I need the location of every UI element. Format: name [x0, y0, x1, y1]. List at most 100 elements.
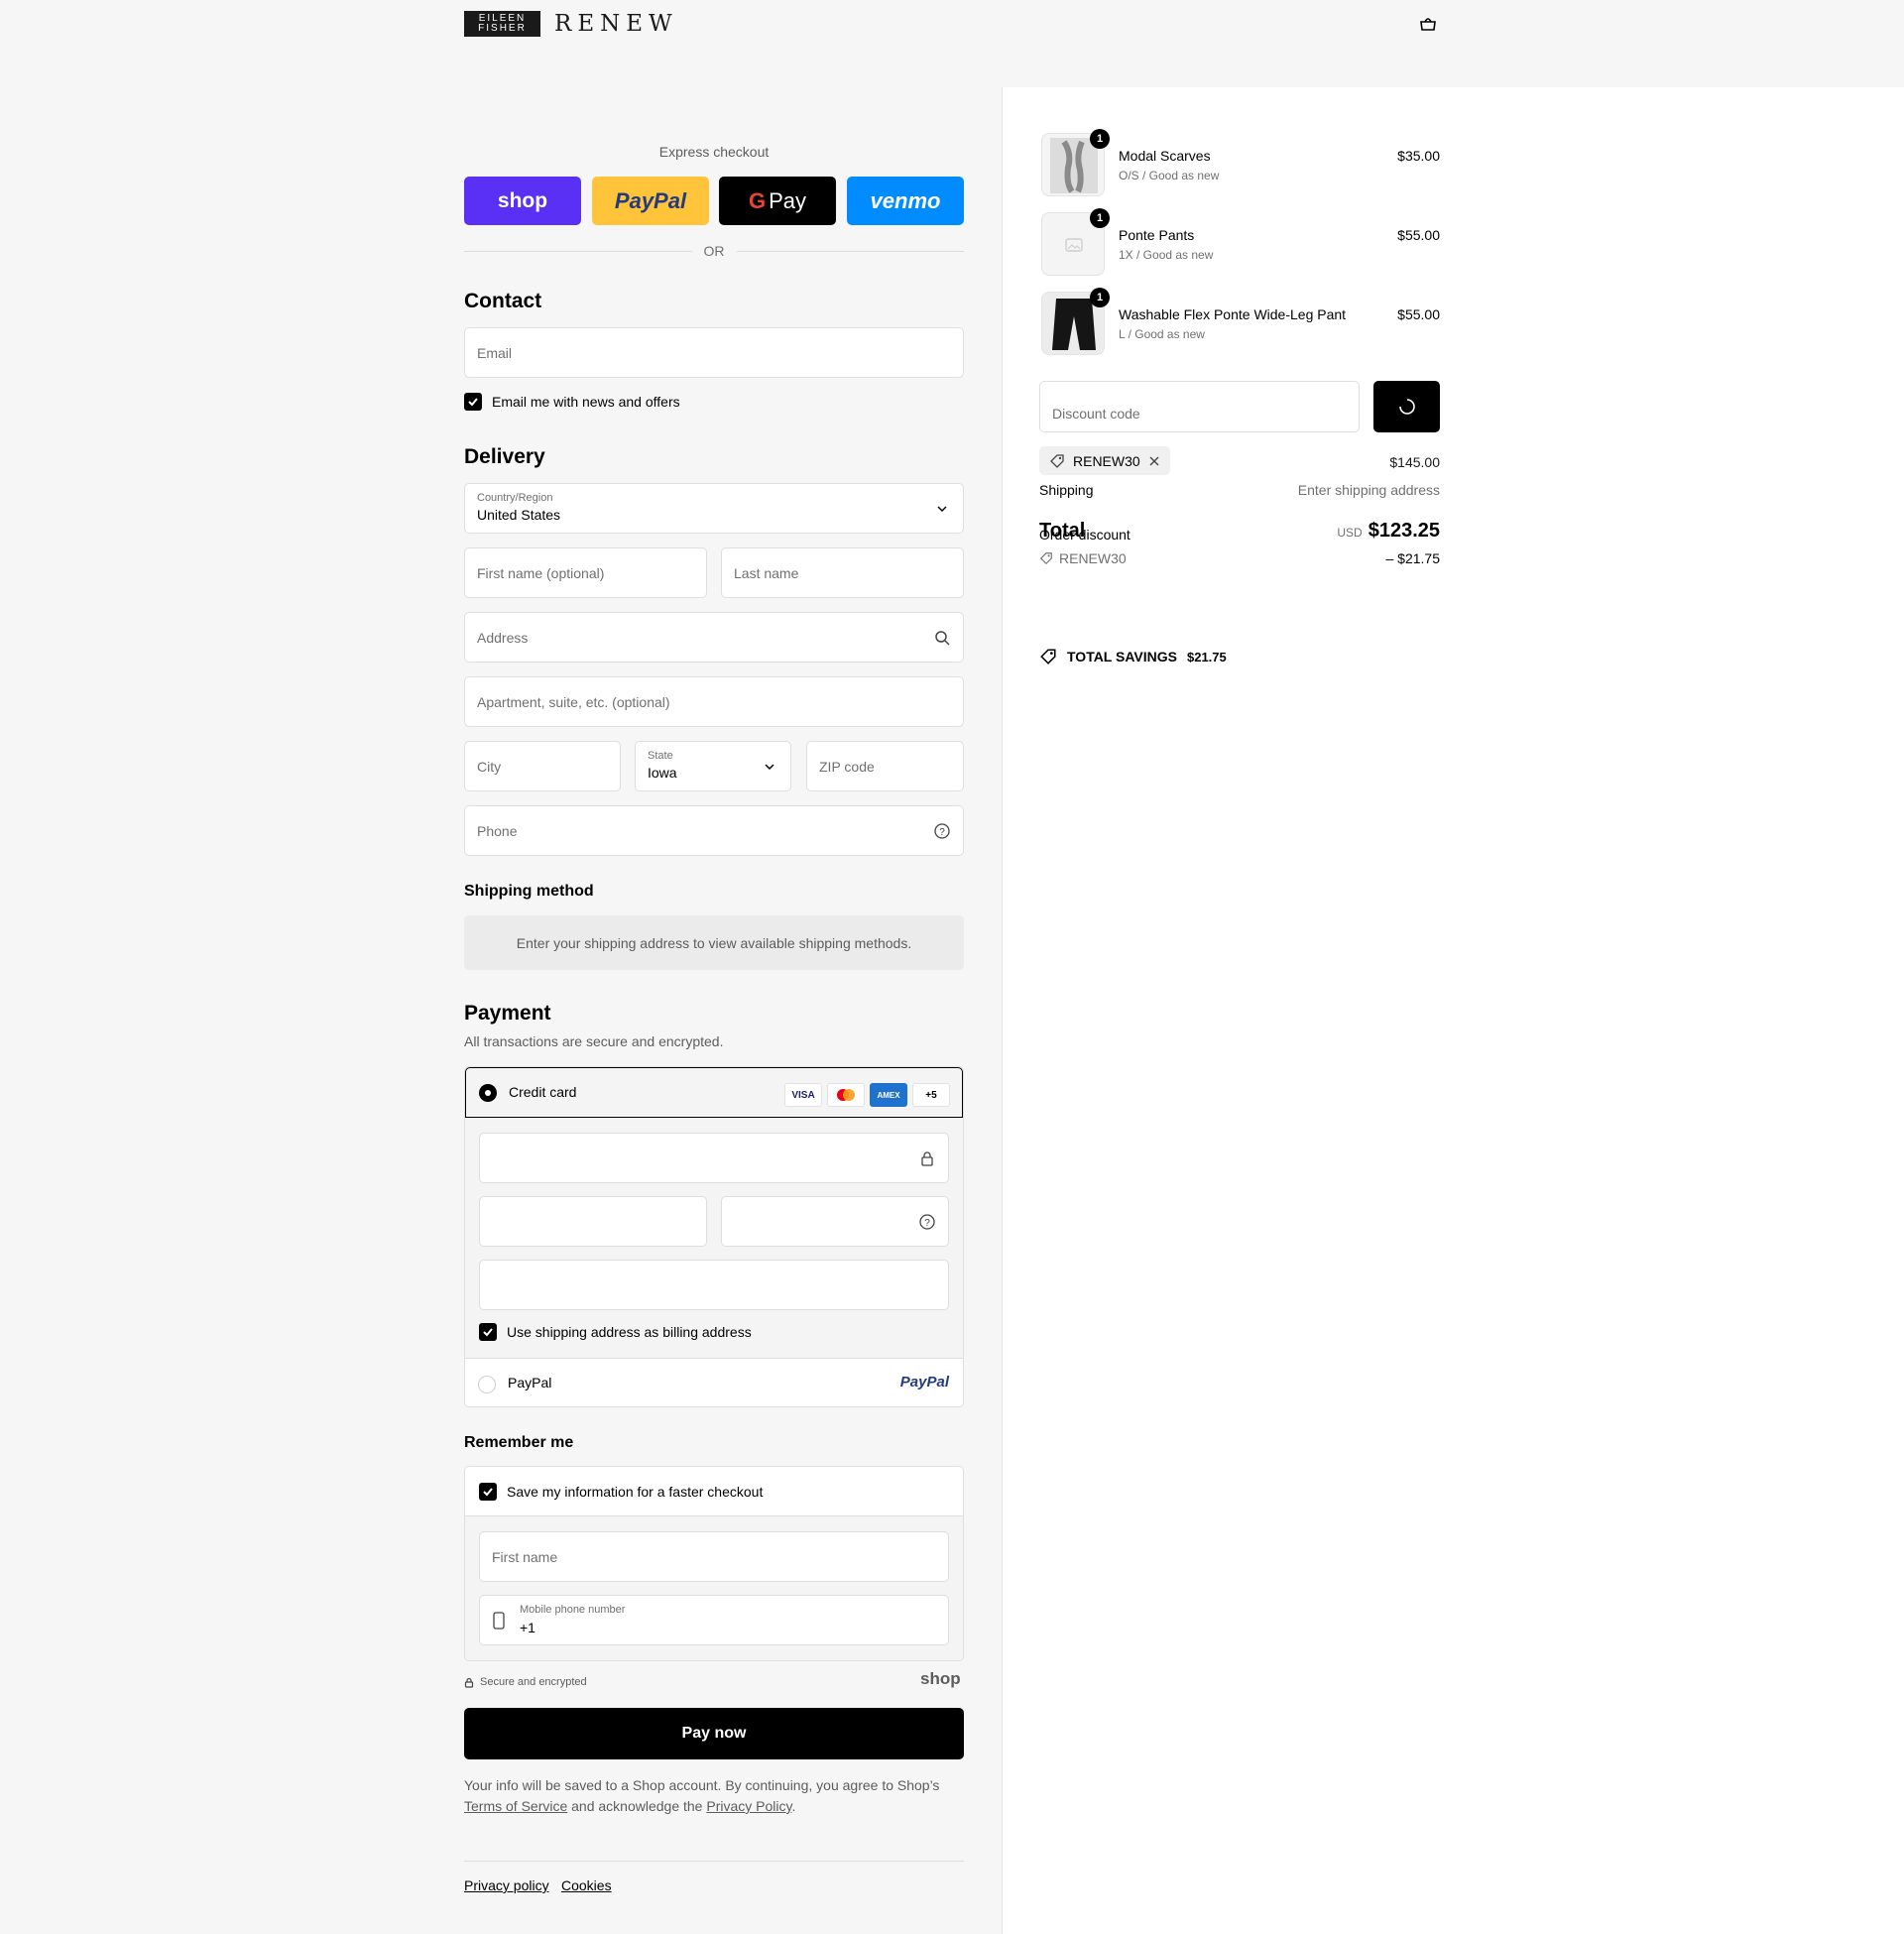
- remember-first-name-field[interactable]: First name: [479, 1531, 949, 1582]
- quantity-badge: 1: [1090, 208, 1110, 228]
- venmo-button[interactable]: venmo: [847, 177, 964, 225]
- pay-now-button[interactable]: Pay now: [464, 1708, 964, 1759]
- mobile-value: +1: [520, 1620, 536, 1635]
- discount-line: RENEW30: [1039, 550, 1127, 566]
- fine-before: Your info will be saved to a Shop accoun…: [464, 1777, 940, 1793]
- close-icon[interactable]: [1148, 455, 1160, 467]
- paypal-option[interactable]: PayPal PayPal: [465, 1358, 963, 1406]
- item-price: $55.00: [1397, 306, 1440, 322]
- card-number-field[interactable]: [479, 1133, 949, 1183]
- state-select[interactable]: State Iowa: [635, 741, 791, 791]
- save-info-checkbox-row[interactable]: Save my information for a faster checkou…: [479, 1483, 763, 1501]
- news-checkbox-row[interactable]: Email me with news and offers: [464, 393, 680, 411]
- shop-pay-button[interactable]: shop: [464, 177, 581, 225]
- remember-first-name-placeholder: First name: [492, 1549, 558, 1565]
- mobile-phone-field[interactable]: Mobile phone number +1: [479, 1595, 949, 1645]
- privacy-policy-inline-link[interactable]: Privacy Policy: [706, 1798, 791, 1814]
- email-field[interactable]: Email: [464, 327, 964, 378]
- savings-label: TOTAL SAVINGS: [1067, 649, 1177, 665]
- shop-logo: shop: [920, 1669, 961, 1688]
- contact-heading: Contact: [464, 290, 542, 312]
- address-placeholder: Address: [477, 630, 529, 646]
- last-name-placeholder: Last name: [734, 565, 799, 581]
- save-info-checkbox[interactable]: [479, 1483, 497, 1501]
- or-divider: OR: [464, 241, 964, 261]
- credit-card-radio[interactable]: [479, 1084, 497, 1102]
- bag-icon[interactable]: [1418, 14, 1438, 34]
- shipping-method-info: Enter your shipping address to view avai…: [464, 915, 964, 970]
- discount-code-line: RENEW30: [1059, 550, 1127, 566]
- news-label: Email me with news and offers: [492, 394, 680, 410]
- city-field[interactable]: City: [464, 741, 621, 791]
- item-price: $55.00: [1397, 227, 1440, 243]
- expiration-field[interactable]: [479, 1196, 707, 1247]
- terms-of-service-link[interactable]: Terms of Service: [464, 1798, 567, 1814]
- item-name: Washable Flex Ponte Wide-Leg Pant: [1119, 306, 1347, 322]
- order-summary-column: [1002, 87, 1904, 1934]
- total-value: $123.25: [1368, 520, 1440, 542]
- help-icon[interactable]: ?: [933, 822, 951, 840]
- mastercard-icon: [827, 1083, 865, 1107]
- or-text: OR: [703, 243, 725, 259]
- subtotal-value: $145.00: [1389, 454, 1440, 470]
- order-discount-label: Order discount: [1039, 527, 1130, 543]
- phone-field[interactable]: Phone ?: [464, 805, 964, 856]
- applied-code: RENEW30: [1073, 452, 1140, 469]
- footer-cookies-link[interactable]: Cookies: [561, 1877, 612, 1893]
- state-value: Iowa: [648, 765, 677, 781]
- delivery-heading: Delivery: [464, 445, 545, 468]
- email-placeholder: Email: [477, 345, 513, 361]
- item-variant: O/S / Good as new: [1119, 169, 1220, 182]
- first-name-field[interactable]: First name (optional): [464, 547, 707, 598]
- discount-amount: – $21.75: [1385, 550, 1441, 566]
- payment-methods: Credit card VISA AMEX +5 ? Use shipping …: [464, 1066, 964, 1407]
- discount-code-field[interactable]: Discount code: [1039, 381, 1360, 432]
- chevron-down-icon: [937, 506, 947, 513]
- last-name-field[interactable]: Last name: [721, 547, 964, 598]
- paypal-button[interactable]: PayPal: [592, 177, 709, 225]
- item-variant: L / Good as new: [1119, 327, 1205, 341]
- zip-field[interactable]: ZIP code: [806, 741, 964, 791]
- brand-logo[interactable]: EILEEN FISHER RENEW: [464, 11, 678, 37]
- shipping-label: Shipping: [1039, 482, 1094, 498]
- header: EILEEN FISHER RENEW: [0, 0, 1904, 87]
- lock-icon: [921, 1151, 933, 1166]
- news-checkbox[interactable]: [464, 393, 482, 411]
- save-info-row[interactable]: Save my information for a faster checkou…: [465, 1467, 963, 1516]
- billing-checkbox-row[interactable]: Use shipping address as billing address: [479, 1323, 752, 1341]
- secure-text: Secure and encrypted: [480, 1676, 587, 1688]
- address-field[interactable]: Address: [464, 612, 964, 663]
- search-icon: [935, 631, 950, 646]
- country-select[interactable]: Country/Region United States: [464, 483, 964, 534]
- billing-label: Use shipping address as billing address: [507, 1324, 752, 1340]
- check-icon: [483, 1488, 493, 1497]
- credit-card-option[interactable]: Credit card VISA AMEX +5: [465, 1067, 963, 1118]
- security-code-field[interactable]: ?: [721, 1196, 949, 1247]
- brand-box: EILEEN FISHER: [464, 11, 540, 37]
- billing-checkbox[interactable]: [479, 1323, 497, 1341]
- svg-text:?: ?: [924, 1218, 930, 1229]
- more-cards-badge: +5: [912, 1083, 950, 1107]
- mobile-label: Mobile phone number: [520, 1604, 626, 1616]
- savings-value: $21.75: [1186, 649, 1227, 665]
- country-label: Country/Region: [477, 492, 553, 504]
- help-icon[interactable]: ?: [918, 1213, 936, 1231]
- remember-me-box: Save my information for a faster checkou…: [464, 1466, 964, 1661]
- tag-icon: [1050, 453, 1064, 468]
- paypal-radio[interactable]: [478, 1376, 496, 1393]
- name-on-card-field[interactable]: [479, 1260, 949, 1310]
- brand-word: RENEW: [554, 11, 678, 37]
- zip-placeholder: ZIP code: [819, 759, 875, 775]
- paypal-label: PayPal: [508, 1375, 552, 1390]
- mobile-icon: [493, 1612, 505, 1630]
- google-pay-button[interactable]: G Pay: [719, 177, 836, 225]
- tag-icon: [1039, 552, 1052, 565]
- apply-discount-button[interactable]: [1373, 381, 1440, 432]
- total-savings: TOTAL SAVINGS $21.75: [1039, 648, 1227, 665]
- spinner-icon: [1398, 399, 1415, 415]
- footer-divider: [464, 1861, 964, 1862]
- apartment-field[interactable]: Apartment, suite, etc. (optional): [464, 676, 964, 727]
- shipping-method-heading: Shipping method: [464, 883, 594, 900]
- shipping-value: Enter shipping address: [1297, 482, 1440, 498]
- footer-privacy-link[interactable]: Privacy policy: [464, 1877, 549, 1893]
